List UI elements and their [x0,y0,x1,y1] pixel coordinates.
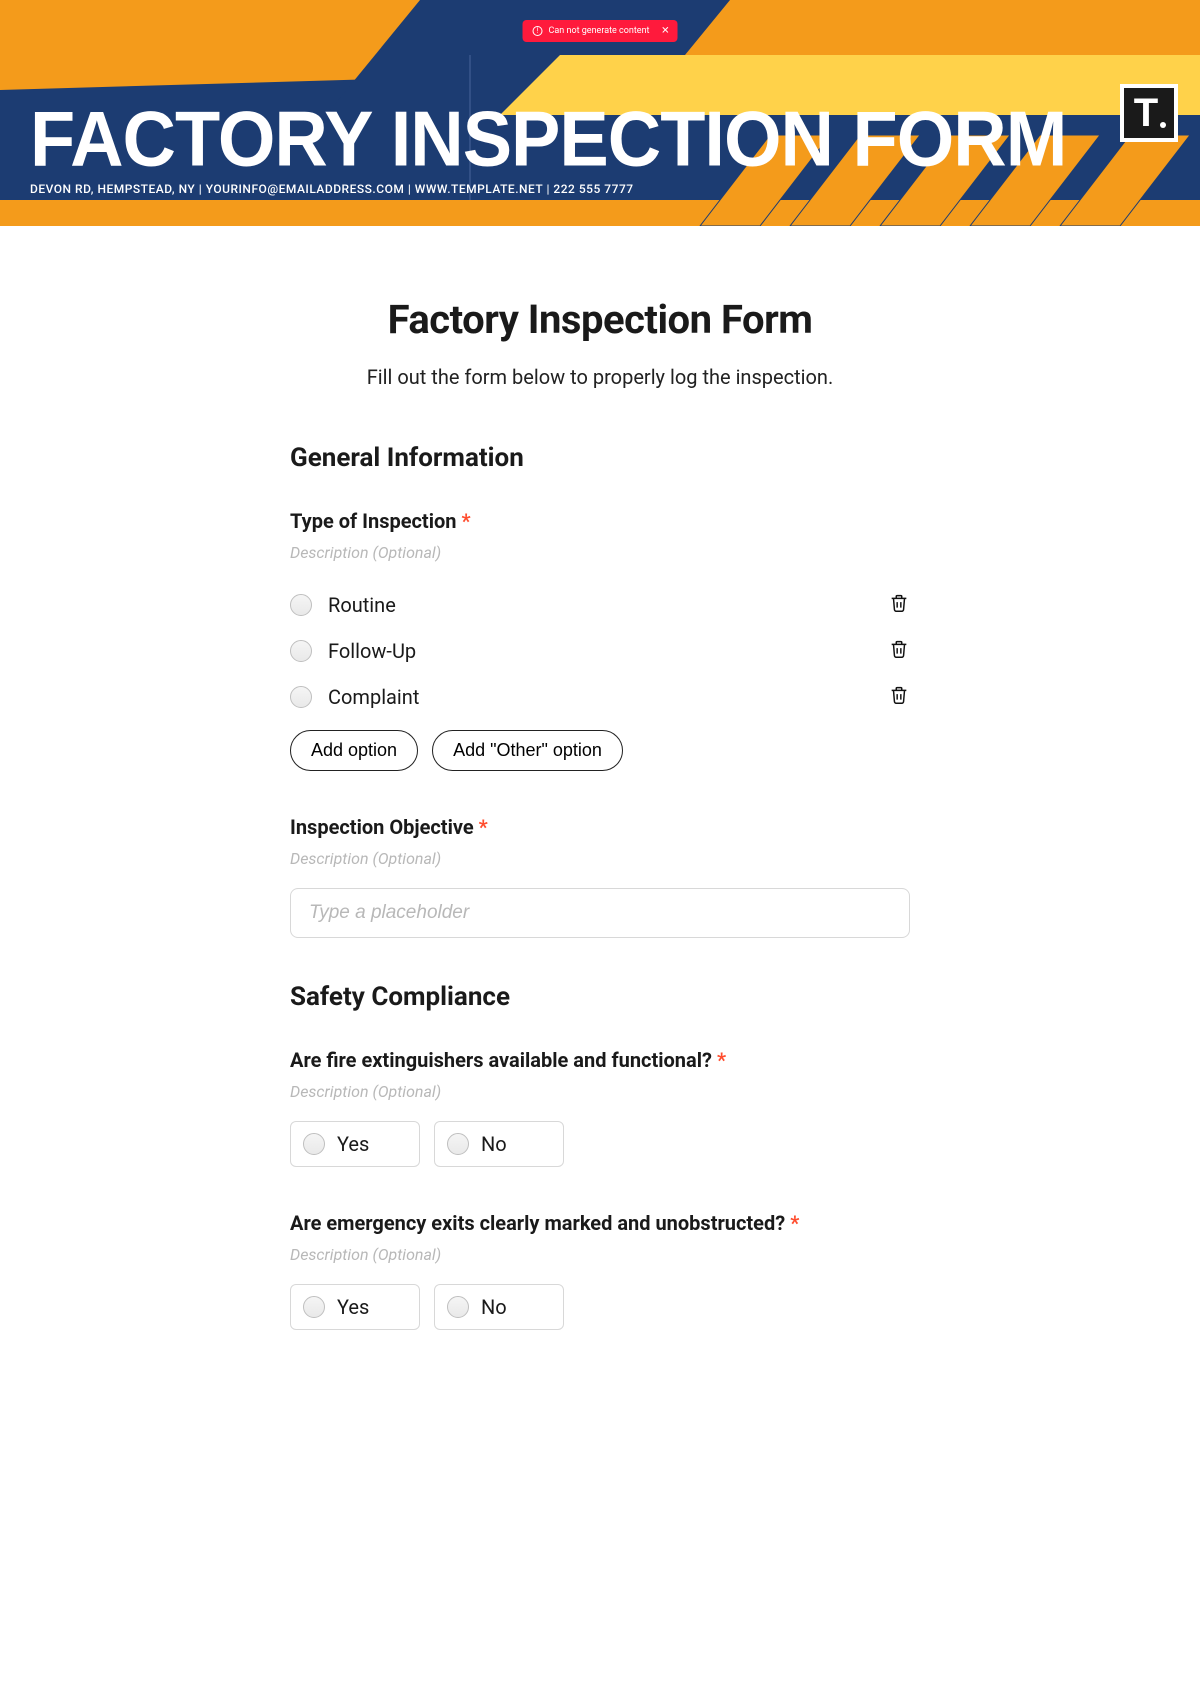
radio-icon[interactable] [290,594,312,616]
option-row: Routine [290,582,910,628]
question-emergency-exits: Are emergency exits clearly marked and u… [290,1211,910,1330]
delete-option-button[interactable] [888,638,910,664]
section-general-heading: General Information [290,443,910,473]
logo-text: T [1134,91,1158,136]
radio-icon [447,1133,469,1155]
option-label: No [481,1132,507,1156]
logo-dot-icon [1160,122,1166,128]
warning-icon: ! [533,26,543,36]
q-description-placeholder[interactable]: Description (Optional) [290,849,910,868]
q-label-text: Are fire extinguishers available and fun… [290,1048,712,1072]
option-label: Yes [337,1295,369,1319]
option-no[interactable]: No [434,1284,564,1330]
radio-icon[interactable] [290,686,312,708]
close-icon[interactable]: ✕ [661,26,669,37]
banner-subtitle: DEVON RD, HEMPSTEAD, NY | YOURINFO@EMAIL… [30,182,634,196]
delete-option-button[interactable] [888,592,910,618]
trash-icon [888,684,910,706]
option-yes[interactable]: Yes [290,1284,420,1330]
q-description-placeholder[interactable]: Description (Optional) [290,1245,910,1264]
option-no[interactable]: No [434,1121,564,1167]
q-label-text: Inspection Objective [290,815,474,839]
option-label: No [481,1295,507,1319]
required-asterisk: * [790,1211,799,1235]
option-label[interactable]: Complaint [328,685,419,709]
trash-icon [888,638,910,660]
required-asterisk: * [479,815,488,839]
radio-icon [447,1296,469,1318]
option-label[interactable]: Follow-Up [328,639,416,663]
q-description-placeholder[interactable]: Description (Optional) [290,543,910,562]
option-row: Complaint [290,674,910,720]
delete-option-button[interactable] [888,684,910,710]
question-inspection-objective: Inspection Objective * Description (Opti… [290,815,910,938]
page-title: Factory Inspection Form [290,296,910,343]
brand-logo: T [1120,84,1178,142]
trash-icon [888,592,910,614]
radio-icon[interactable] [290,640,312,662]
header-banner: ! Can not generate content ✕ FACTORY INS… [0,0,1200,226]
page-description: Fill out the form below to properly log … [290,365,910,389]
q-label-text: Type of Inspection [290,509,457,533]
objective-input[interactable] [290,888,910,938]
error-toast: ! Can not generate content ✕ [523,20,678,42]
option-row: Follow-Up [290,628,910,674]
question-type-of-inspection: Type of Inspection * Description (Option… [290,509,910,771]
option-yes[interactable]: Yes [290,1121,420,1167]
q-description-placeholder[interactable]: Description (Optional) [290,1082,910,1101]
question-fire-extinguishers: Are fire extinguishers available and fun… [290,1048,910,1167]
option-label[interactable]: Routine [328,593,396,617]
q-label-text: Are emergency exits clearly marked and u… [290,1211,785,1235]
add-other-button[interactable]: Add "Other" option [432,730,623,771]
toast-text: Can not generate content [549,26,650,36]
required-asterisk: * [461,509,470,533]
banner-title: FACTORY INSPECTION FORM [30,94,1066,183]
required-asterisk: * [717,1048,726,1072]
radio-icon [303,1296,325,1318]
add-option-button[interactable]: Add option [290,730,418,771]
section-safety-heading: Safety Compliance [290,982,910,1012]
radio-icon [303,1133,325,1155]
form-body: Factory Inspection Form Fill out the for… [190,226,1010,1370]
option-label: Yes [337,1132,369,1156]
